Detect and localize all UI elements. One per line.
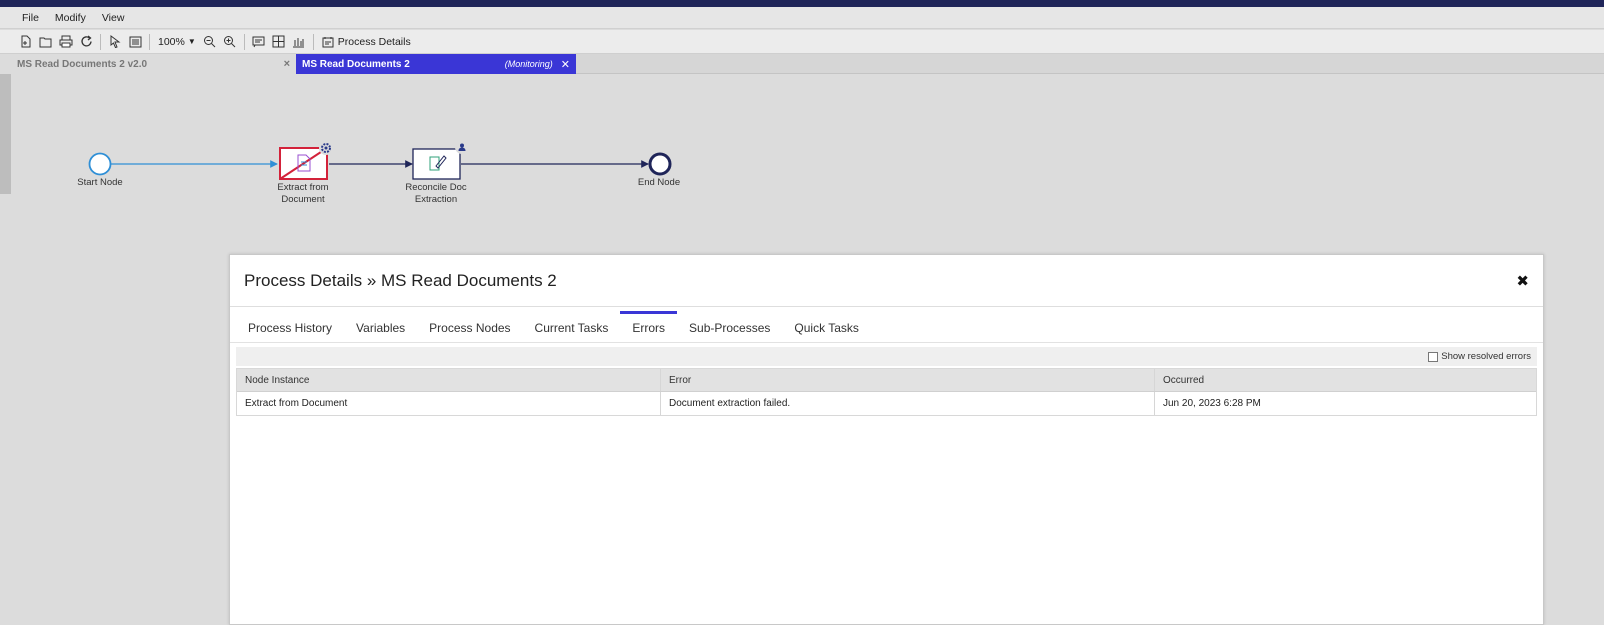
grid-icon[interactable]	[269, 32, 289, 52]
title-strip	[0, 0, 1604, 7]
document-tab-bar: MS Read Documents 2 v2.0 × MS Read Docum…	[11, 54, 1604, 74]
tab-ms-read-documents-v2[interactable]: MS Read Documents 2 v2.0 ×	[11, 54, 296, 74]
tab-quick-tasks[interactable]: Quick Tasks	[782, 318, 870, 342]
process-diagram	[88, 140, 672, 180]
show-resolved-label: Show resolved errors	[1441, 351, 1531, 362]
reconcile-node-label: Reconcile Doc Extraction	[396, 182, 476, 206]
toolbar-separator	[149, 33, 150, 50]
menu-view[interactable]: View	[94, 12, 133, 24]
dialog-header: Process Details » MS Read Documents 2 ✖	[230, 255, 1543, 307]
node-label-line: Start Node	[77, 177, 123, 188]
column-header-error[interactable]: Error	[661, 369, 1155, 391]
close-icon[interactable]: ✖	[1516, 272, 1529, 290]
start-node[interactable]	[88, 152, 112, 176]
node-label-line: End Node	[637, 177, 681, 188]
gear-icon	[319, 141, 333, 155]
tab-current-tasks[interactable]: Current Tasks	[523, 318, 621, 342]
column-header-occurred[interactable]: Occurred	[1155, 369, 1536, 391]
process-details-dialog: Process Details » MS Read Documents 2 ✖ …	[229, 254, 1544, 625]
column-header-node-instance[interactable]: Node Instance	[237, 369, 661, 391]
reconcile-doc-extraction-node[interactable]	[412, 148, 461, 180]
zoom-in-icon[interactable]	[220, 32, 240, 52]
cell-error: Document extraction failed.	[661, 392, 1155, 415]
end-node-label: End Node	[624, 177, 694, 189]
left-scroll-rail	[0, 74, 11, 194]
node-label-line: Document	[281, 194, 325, 205]
show-resolved-checkbox[interactable]	[1428, 351, 1439, 362]
node-label-line: Reconcile Doc	[405, 182, 467, 193]
print-icon[interactable]	[56, 32, 76, 52]
dialog-title: Process Details » MS Read Documents 2	[244, 270, 557, 290]
close-icon[interactable]: ✕	[561, 58, 570, 71]
tab-process-history[interactable]: Process History	[236, 318, 344, 342]
user-icon	[455, 140, 469, 154]
menu-file[interactable]: File	[14, 12, 47, 24]
tab-title: MS Read Documents 2	[302, 58, 410, 70]
toolbar: 100% ▼ Process Details	[0, 30, 1604, 54]
start-node-label: Start Node	[65, 177, 135, 189]
tab-errors[interactable]: Errors	[620, 311, 678, 342]
open-folder-icon[interactable]	[36, 32, 56, 52]
toolbar-separator	[243, 33, 245, 50]
chart-icon[interactable]	[289, 32, 309, 52]
tab-title: MS Read Documents 2 v2.0	[17, 58, 148, 70]
caret-down-icon: ▼	[187, 37, 196, 46]
cell-node-instance: Extract from Document	[237, 392, 661, 415]
tab-status: (Monitoring)	[504, 59, 553, 69]
toolbar-separator	[312, 33, 314, 50]
errors-table: Node Instance Error Occurred Extract fro…	[236, 368, 1537, 416]
node-label-line: Extraction	[414, 194, 458, 205]
tab-sub-processes[interactable]: Sub-Processes	[677, 318, 782, 342]
tab-ms-read-documents-monitoring[interactable]: MS Read Documents 2 (Monitoring) ✕	[296, 54, 576, 74]
process-details-button[interactable]: Process Details	[318, 36, 415, 48]
pointer-icon[interactable]	[105, 32, 125, 52]
annotation-icon[interactable]	[249, 32, 269, 52]
errors-toolbar: Show resolved errors	[236, 347, 1537, 366]
menu-bar: File Modify View	[0, 7, 1604, 29]
tab-process-nodes[interactable]: Process Nodes	[417, 318, 522, 342]
extract-node-label: Extract from Document	[263, 182, 343, 206]
table-row[interactable]: Extract from Document Document extractio…	[237, 392, 1536, 415]
properties-icon[interactable]	[125, 32, 145, 52]
refresh-icon[interactable]	[76, 32, 96, 52]
zoom-value: 100%	[158, 35, 185, 48]
process-details-icon	[322, 36, 334, 47]
close-icon[interactable]: ×	[284, 58, 290, 70]
table-header-row: Node Instance Error Occurred	[237, 369, 1536, 392]
extract-from-document-node[interactable]	[279, 147, 328, 180]
tab-variables[interactable]: Variables	[344, 318, 417, 342]
new-file-icon[interactable]	[16, 32, 36, 52]
cell-occurred: Jun 20, 2023 6:28 PM	[1163, 398, 1261, 409]
zoom-select[interactable]: 100% ▼	[154, 36, 200, 48]
toolbar-separator	[100, 33, 101, 50]
node-label-line: Extract from	[277, 182, 329, 193]
zoom-out-icon[interactable]	[200, 32, 220, 52]
end-node[interactable]	[648, 152, 672, 176]
dialog-tab-strip: Process History Variables Process Nodes …	[230, 307, 1543, 343]
menu-modify[interactable]: Modify	[47, 12, 94, 24]
process-details-label: Process Details	[337, 35, 411, 48]
